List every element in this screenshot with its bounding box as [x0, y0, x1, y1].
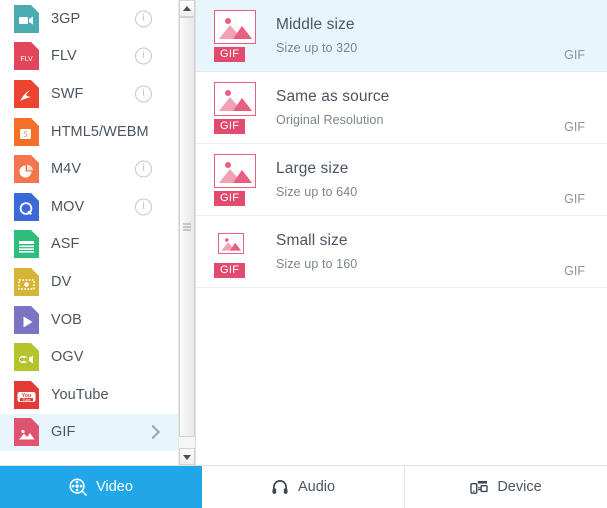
preset-subtitle: Size up to 320 — [276, 41, 358, 55]
preset-extension: GIF — [564, 120, 585, 134]
sidebar-item-3gp[interactable]: 3GP i — [0, 0, 178, 38]
info-icon[interactable]: i — [135, 198, 152, 216]
headphones-icon — [271, 478, 289, 496]
sidebar-item-label: YouTube — [51, 386, 109, 403]
tab-device[interactable]: Device — [405, 466, 607, 508]
image-icon — [214, 81, 256, 116]
tab-video[interactable]: Video — [0, 466, 202, 508]
info-icon[interactable]: i — [135, 10, 152, 28]
preset-title: Same as source — [276, 88, 390, 105]
main-body: 3GP i FLV FLV i SWF i 5 HTML5/WEBM M4V i MOV i ASF DV V… — [0, 0, 607, 465]
sidebar-item-swf[interactable]: SWF i — [0, 75, 178, 113]
youtube-icon: You Tube — [14, 380, 39, 409]
image-icon — [214, 153, 256, 188]
sidebar-item-label: FLV — [51, 48, 77, 65]
category-tabbar[interactable]: Video Audio Device — [0, 465, 607, 508]
movie-camera-icon — [14, 343, 39, 372]
preset-row[interactable]: GIF Middle size Size up to 320 GIF — [196, 0, 607, 72]
preset-row[interactable]: GIF Small size Size up to 160 GIF — [196, 216, 607, 288]
sidebar-item-dv[interactable]: DV — [0, 263, 178, 301]
preset-extension: GIF — [564, 264, 585, 278]
scroll-up-arrow-icon[interactable] — [179, 0, 195, 17]
image-icon — [218, 232, 244, 254]
sidebar-item-label: OGV — [51, 349, 84, 366]
scrollbar-thumb[interactable] — [179, 17, 195, 437]
preset-text: Small size Size up to 160 — [276, 232, 564, 271]
format-badge: GIF — [214, 118, 246, 134]
preset-text: Same as source Original Resolution — [276, 88, 564, 127]
preset-text: Middle size Size up to 320 — [276, 16, 564, 55]
scroll-down-arrow-icon[interactable] — [179, 448, 195, 465]
format-list[interactable]: 3GP i FLV FLV i SWF i 5 HTML5/WEBM M4V i MOV i ASF DV V… — [0, 0, 178, 465]
html5-icon: 5 — [14, 117, 39, 146]
preset-text: Large size Size up to 640 — [276, 160, 564, 199]
sidebar-item-asf[interactable]: ASF — [0, 226, 178, 264]
preset-title: Large size — [276, 160, 349, 177]
image-icon — [214, 9, 256, 44]
sidebar-item-label: DV — [51, 273, 72, 290]
camcorder-icon — [14, 4, 39, 33]
filmstrip-icon — [14, 230, 39, 259]
format-badge: GIF — [214, 262, 246, 278]
tape-icon — [14, 267, 39, 296]
quicktime-icon — [14, 192, 39, 221]
tab-label: Device — [497, 479, 542, 495]
preset-extension: GIF — [564, 192, 585, 206]
tab-label: Audio — [297, 479, 336, 495]
preset-title: Middle size — [276, 16, 355, 33]
sidebar-item-gif[interactable]: GIF — [0, 413, 178, 452]
preset-extension: GIF — [564, 48, 585, 62]
sidebar-item-label: ASF — [51, 236, 80, 253]
svg-text:FLV: FLV — [20, 56, 33, 63]
preset-thumbnail: GIF — [214, 153, 260, 206]
preset-thumbnail: GIF — [214, 81, 260, 134]
preset-row[interactable]: GIF Large size Size up to 640 GIF — [196, 144, 607, 216]
svg-text:5: 5 — [24, 130, 28, 139]
format-badge: GIF — [214, 190, 246, 206]
image-icon — [14, 418, 39, 447]
format-list-scrollbar[interactable] — [178, 0, 196, 465]
format-chooser-window: 3GP i FLV FLV i SWF i 5 HTML5/WEBM M4V i MOV i ASF DV V… — [0, 0, 607, 508]
film-reel-icon — [69, 478, 87, 496]
info-icon[interactable]: i — [135, 160, 152, 178]
sidebar-item-label: SWF — [51, 85, 84, 102]
sidebar-item-label: M4V — [51, 161, 82, 178]
sidebar-item-label: MOV — [51, 198, 85, 215]
info-icon[interactable]: i — [135, 85, 152, 103]
sidebar-item-vob[interactable]: VOB — [0, 301, 178, 339]
tab-audio[interactable]: Audio — [202, 466, 405, 508]
flv-icon: FLV — [14, 42, 39, 71]
preset-row[interactable]: GIF Same as source Original Resolution GIF — [196, 72, 607, 144]
sidebar-item-html5-webm[interactable]: 5 HTML5/WEBM — [0, 113, 178, 151]
sidebar-item-label: 3GP — [51, 10, 81, 27]
preset-title: Small size — [276, 232, 348, 249]
preset-thumbnail: GIF — [214, 226, 260, 278]
preset-subtitle: Original Resolution — [276, 113, 384, 127]
tab-label: Video — [96, 479, 133, 495]
preset-subtitle: Size up to 640 — [276, 185, 358, 199]
sidebar-item-mov[interactable]: MOV i — [0, 188, 178, 226]
format-badge: GIF — [214, 46, 246, 62]
sidebar-item-youtube[interactable]: You Tube YouTube — [0, 376, 178, 414]
sidebar-item-ogv[interactable]: OGV — [0, 338, 178, 376]
pie-icon — [14, 155, 39, 184]
preset-thumbnail: GIF — [214, 9, 260, 62]
preset-subtitle: Size up to 160 — [276, 257, 358, 271]
sidebar-item-label: GIF — [51, 424, 76, 441]
chevron-right-icon — [145, 425, 161, 440]
sidebar-item-label: VOB — [51, 311, 82, 328]
info-icon[interactable]: i — [135, 47, 152, 65]
preset-list[interactable]: GIF Middle size Size up to 320 GIF GIF Same a… — [196, 0, 607, 465]
play-icon — [14, 305, 39, 334]
devices-icon — [470, 478, 489, 496]
svg-text:Tube: Tube — [22, 398, 30, 402]
sidebar-item-flv[interactable]: FLV FLV i — [0, 38, 178, 76]
swoosh-icon — [14, 79, 39, 108]
sidebar-item-m4v[interactable]: M4V i — [0, 150, 178, 188]
sidebar-item-label: HTML5/WEBM — [51, 123, 149, 140]
